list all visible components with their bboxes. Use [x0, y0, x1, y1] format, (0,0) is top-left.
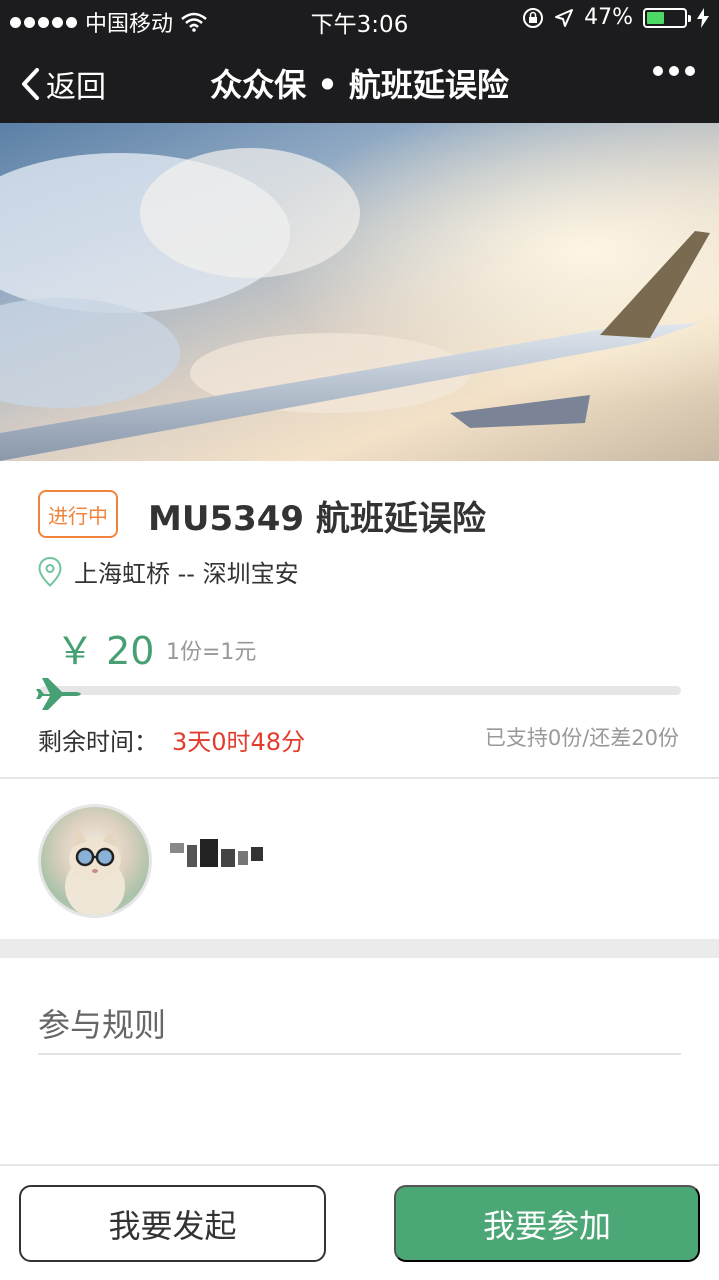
- more-menu-icon[interactable]: [653, 66, 695, 76]
- avatar[interactable]: [38, 804, 152, 918]
- route: 上海虹桥 -- 深圳宝安: [38, 554, 299, 589]
- status-right: 47%: [522, 5, 709, 30]
- participant-list: [0, 779, 719, 939]
- rules-divider: [38, 1053, 681, 1055]
- battery-icon: [643, 7, 691, 28]
- location-pin-icon: [38, 556, 62, 587]
- progress-bar: [40, 686, 681, 695]
- battery-percent: 47%: [584, 5, 633, 30]
- location-arrow-icon: [555, 8, 574, 27]
- price: ￥ 20: [56, 629, 155, 673]
- rotation-lock-icon: [523, 7, 544, 28]
- product-title: MU5349 航班延误险: [148, 499, 486, 539]
- page-title: 众众保 • 航班延误险: [210, 66, 509, 104]
- status-badge: 进行中: [38, 490, 118, 538]
- start-button[interactable]: 我要发起: [19, 1185, 326, 1262]
- airplane-wing-illustration: [0, 123, 719, 461]
- rules-title[interactable]: 参与规则: [38, 1000, 166, 1046]
- status-bar: 中国移动 下午3:06 47%: [0, 0, 719, 40]
- nav-bar: 返回 众众保 • 航班延误险: [0, 40, 719, 123]
- support-count: 已支持0份/还差20份: [484, 726, 679, 750]
- remaining-time-label: 剩余时间：: [38, 728, 158, 756]
- join-button[interactable]: 我要参加: [394, 1185, 700, 1262]
- cat-avatar-image: [65, 827, 125, 915]
- charging-icon: [697, 7, 709, 28]
- hero-image: [0, 123, 719, 461]
- airplane-icon: [36, 678, 81, 710]
- route-text: 上海虹桥 -- 深圳宝安: [74, 560, 299, 588]
- participant-name-redacted: [170, 839, 263, 867]
- section-separator: [0, 939, 719, 958]
- price-unit: 1份=1元: [166, 640, 257, 665]
- footer-actions: 我要发起 我要参加: [0, 1164, 719, 1280]
- battery-fill: [647, 11, 664, 24]
- product-info: 进行中 MU5349 航班延误险 上海虹桥 -- 深圳宝安 ￥ 20 1份=1元…: [0, 461, 719, 777]
- remaining-time-value: 3天0时48分: [172, 728, 306, 756]
